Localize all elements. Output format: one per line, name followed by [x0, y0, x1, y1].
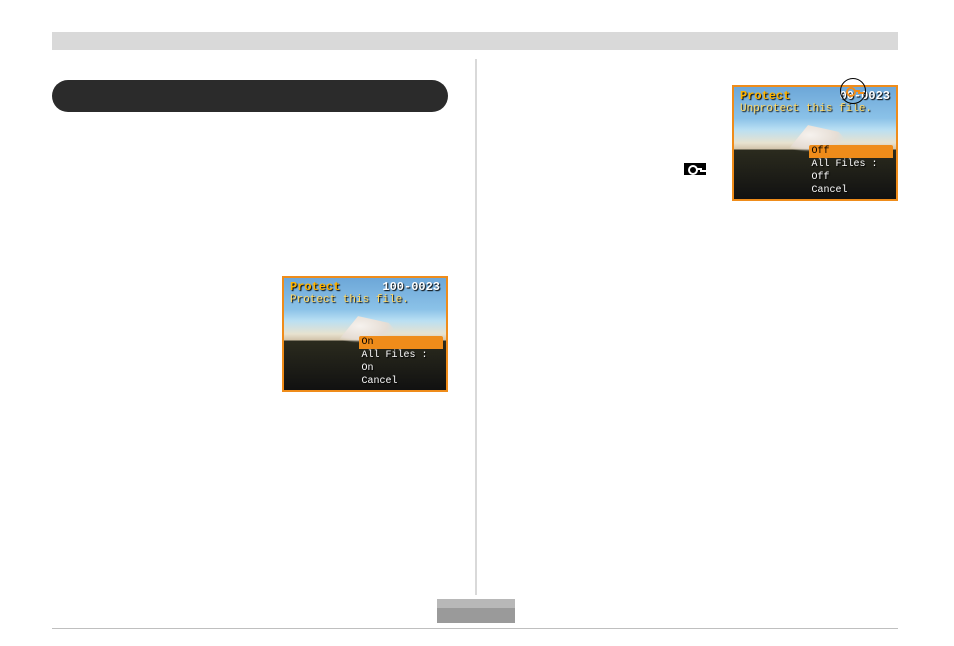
key-icon-inline: [684, 163, 706, 175]
lcd-menu: Off All Files : Off Cancel: [809, 145, 893, 197]
key-icon-callout-circle: [840, 78, 866, 104]
column-divider: [475, 59, 477, 595]
section-pill-label: [52, 88, 70, 104]
section-pill: [52, 80, 448, 112]
lcd-protect-on: Protect 100-0023 Protect this file. On A…: [282, 276, 448, 392]
lcd-menu: On All Files : On Cancel: [359, 336, 443, 388]
lcd-subtitle: Protect this file.: [290, 294, 409, 306]
key-icon: [846, 86, 860, 96]
page-number-box: [437, 608, 515, 623]
footer-rule: [52, 628, 898, 629]
lcd-protect-off: Protect 00-0023 Unprotect this file. Off…: [732, 85, 898, 201]
key-icon: [688, 164, 702, 174]
top-bar: [52, 32, 898, 50]
lcd-menu-row: All Files : On: [359, 349, 443, 375]
lcd-file-number: 100-0023: [382, 280, 440, 294]
lcd-header: Protect: [290, 280, 340, 294]
lcd-menu-row: Cancel: [809, 184, 893, 197]
lcd-menu-highlight: Off: [809, 145, 893, 158]
lcd-header: Protect: [740, 89, 790, 103]
lcd-menu-highlight: On: [359, 336, 443, 349]
lcd-subtitle: Unprotect this file.: [740, 103, 872, 115]
lcd-menu-row: All Files : Off: [809, 158, 893, 184]
lcd-menu-row: Cancel: [359, 375, 443, 388]
